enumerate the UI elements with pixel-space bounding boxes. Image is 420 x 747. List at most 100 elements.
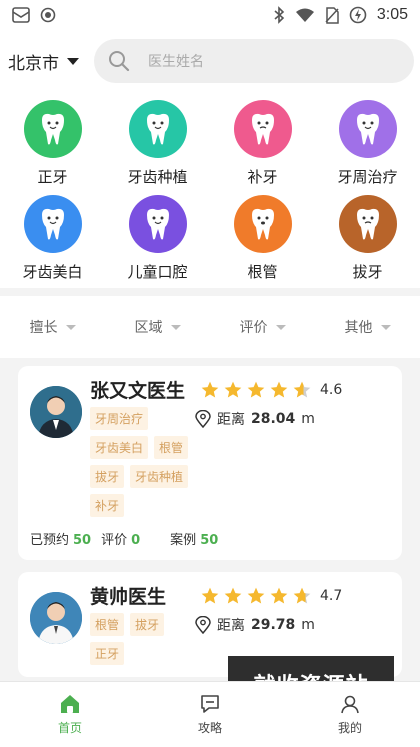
distance-label: 距离 [217, 618, 245, 634]
search-icon [109, 51, 130, 72]
search-placeholder: 医生姓名 [148, 54, 204, 70]
notification-icon [12, 7, 30, 23]
chevron-down-icon [170, 324, 181, 330]
wifi-icon [295, 8, 314, 22]
bluetooth-icon [274, 6, 285, 24]
category-grid: 正牙 牙齿种植 补牙 牙周治疗 牙齿美白 儿童口腔 根管 拔牙 [0, 92, 420, 288]
tag: 牙齿种植 [130, 465, 189, 488]
home-icon [61, 695, 79, 713]
distance-value: 28.04 [251, 411, 296, 427]
chevron-down-icon [380, 324, 391, 330]
status-time: 3:05 [376, 6, 408, 23]
tag: 拔牙 [90, 465, 125, 488]
filter-area[interactable]: 区域 [105, 317, 210, 337]
filter-label: 擅长 [29, 320, 58, 336]
category-label: 补牙 [247, 168, 278, 186]
tab-profile[interactable]: 我的 [280, 682, 420, 747]
record-icon [40, 7, 56, 23]
star-rating [200, 586, 312, 606]
stat-reviews: 评价 0 [101, 533, 141, 548]
star-icon [270, 381, 288, 397]
no-sim-icon [325, 6, 339, 24]
chevron-down-icon [67, 57, 79, 65]
rating-value: 4.6 [320, 381, 343, 398]
category-pediatric[interactable]: 儿童口腔 [105, 195, 210, 282]
location-icon [195, 616, 211, 634]
stat-appointments: 已预约 50 [30, 533, 92, 548]
star-icon [270, 587, 288, 603]
battery-saver-icon [349, 6, 367, 24]
category-label: 正牙 [37, 168, 68, 186]
category-whitening[interactable]: 牙齿美白 [0, 195, 105, 282]
distance-unit: m [301, 411, 315, 427]
star-icon [224, 587, 242, 603]
tag: 牙齿美白 [90, 436, 149, 459]
doctor-list: 张又文医生 4.6 牙周治疗 牙齿美白 根管 拔牙 牙齿种植 补牙 距离 28.… [0, 358, 420, 677]
tab-label: 首页 [57, 721, 82, 735]
doctor-stats: 已预约 50 评价 0 案例 50 [30, 529, 390, 548]
specialty-tags: 牙周治疗 牙齿美白 根管 拔牙 牙齿种植 补牙 [90, 407, 195, 517]
tag: 拔牙 [130, 613, 165, 636]
chat-icon [201, 695, 219, 713]
doctor-name: 张又文医生 [90, 380, 186, 402]
filter-label: 评价 [239, 320, 268, 336]
category-filling[interactable]: 补牙 [210, 100, 315, 187]
category-label: 儿童口腔 [127, 263, 188, 281]
avatar [30, 592, 82, 644]
rating-value: 4.7 [320, 587, 343, 604]
chevron-down-icon [275, 324, 286, 330]
category-root-canal[interactable]: 根管 [210, 195, 315, 282]
tooth-icon [23, 195, 82, 253]
filter-other[interactable]: 其他 [315, 317, 420, 337]
category-implant[interactable]: 牙齿种植 [105, 100, 210, 187]
star-icon [224, 381, 242, 397]
tag: 根管 [154, 436, 189, 459]
category-orthodontics[interactable]: 正牙 [0, 100, 105, 187]
star-icon [293, 381, 311, 397]
stat-cases: 案例 50 [170, 533, 219, 548]
star-icon [293, 587, 311, 603]
star-icon [201, 587, 219, 603]
header: 北京市 医生姓名 [0, 30, 420, 92]
category-label: 牙周治疗 [337, 168, 398, 186]
tooth-icon [23, 100, 82, 158]
category-periodontal[interactable]: 牙周治疗 [315, 100, 420, 187]
tag: 根管 [90, 613, 125, 636]
doctor-card[interactable]: 张又文医生 4.6 牙周治疗 牙齿美白 根管 拔牙 牙齿种植 补牙 距离 28.… [18, 366, 402, 560]
star-rating [200, 380, 312, 400]
tooth-icon [338, 100, 397, 158]
tab-label: 攻略 [197, 721, 222, 735]
location-icon [195, 410, 211, 428]
filter-label: 区域 [134, 320, 163, 336]
city-label: 北京市 [8, 53, 59, 74]
tooth-icon [338, 195, 397, 253]
category-label: 根管 [247, 263, 278, 281]
category-label: 拔牙 [352, 263, 383, 281]
tooth-icon [233, 195, 292, 253]
chevron-down-icon [65, 324, 76, 330]
tab-home[interactable]: 首页 [0, 682, 140, 747]
avatar [30, 386, 82, 438]
tab-guide[interactable]: 攻略 [140, 682, 280, 747]
star-icon [201, 381, 219, 397]
filter-rating[interactable]: 评价 [210, 317, 315, 337]
distance: 距离 29.78 m [195, 615, 315, 635]
status-bar: 3:05 [0, 0, 420, 30]
doctor-name: 黄帅医生 [90, 586, 167, 608]
distance: 距离 28.04 m [195, 409, 315, 429]
category-label: 牙齿美白 [22, 263, 83, 281]
tooth-icon [128, 195, 187, 253]
tooth-icon [233, 100, 292, 158]
specialty-tags: 根管 拔牙 正牙 [90, 613, 195, 665]
city-selector[interactable]: 北京市 [8, 49, 94, 74]
distance-value: 29.78 [251, 617, 296, 633]
filter-specialty[interactable]: 擅长 [0, 317, 105, 337]
category-label: 牙齿种植 [127, 168, 188, 186]
search-input[interactable]: 医生姓名 [94, 39, 414, 83]
filter-bar: 擅长 区域 评价 其他 [0, 296, 420, 358]
tag: 正牙 [90, 642, 125, 665]
category-extraction[interactable]: 拔牙 [315, 195, 420, 282]
tooth-icon [128, 100, 187, 158]
distance-unit: m [301, 617, 315, 633]
user-icon [341, 695, 359, 714]
